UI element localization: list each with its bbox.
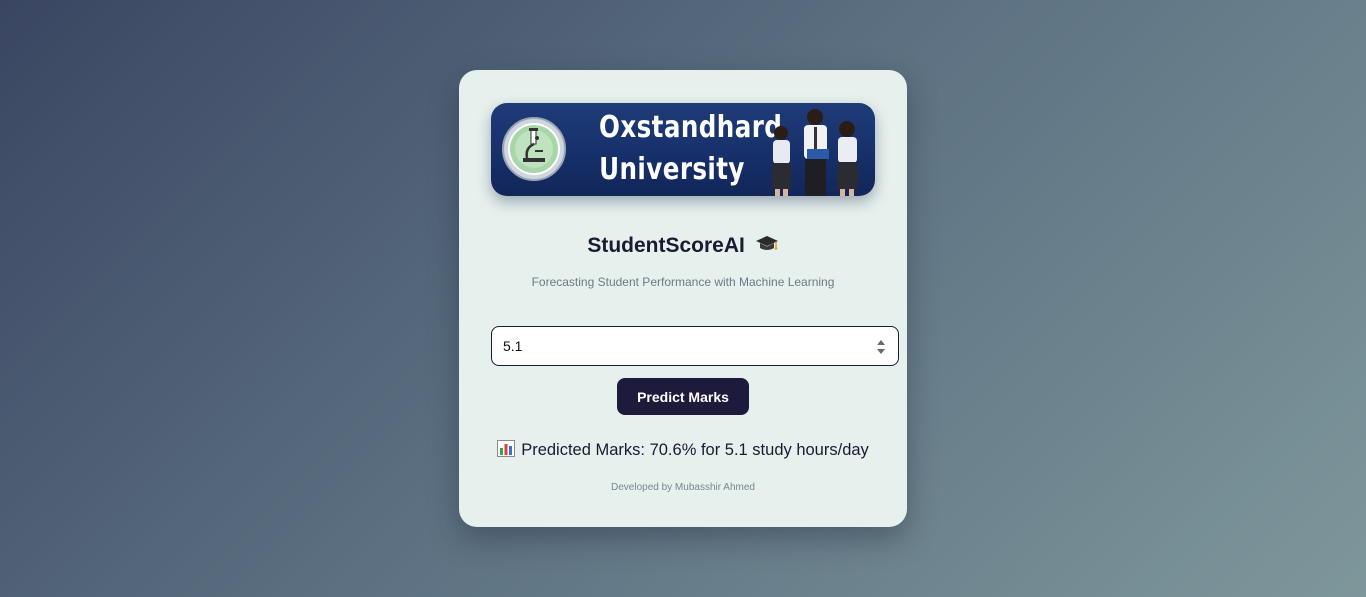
number-spinner-icon[interactable] <box>876 339 886 355</box>
prediction-result: Predicted Marks: 70.6% for 5.1 study hou… <box>459 440 907 460</box>
predict-marks-button[interactable]: Predict Marks <box>617 378 749 415</box>
app-title-text: StudentScoreAI <box>587 234 745 257</box>
microscope-seal-icon <box>502 117 566 181</box>
students-photo <box>772 109 858 196</box>
developer-credit: Developed by Mubasshir Ahmed <box>611 482 755 493</box>
university-name-line2: University <box>599 152 745 187</box>
university-banner: Oxstandhard University <box>491 103 875 196</box>
prediction-result-text: Predicted Marks: 70.6% for 5.1 study hou… <box>521 441 869 459</box>
app-subtitle: Forecasting Student Performance with Mac… <box>531 275 835 289</box>
university-name: Oxstandhard University <box>599 107 783 191</box>
university-name-line1: Oxstandhard <box>599 110 783 145</box>
bar-chart-icon <box>497 440 516 457</box>
study-hours-field[interactable] <box>491 326 899 366</box>
study-hours-input[interactable] <box>492 327 862 365</box>
app-title: StudentScoreAI <box>459 234 907 258</box>
graduation-cap-icon <box>755 236 778 250</box>
prediction-card: Oxstandhard University StudentScoreAI Fo… <box>459 70 907 527</box>
